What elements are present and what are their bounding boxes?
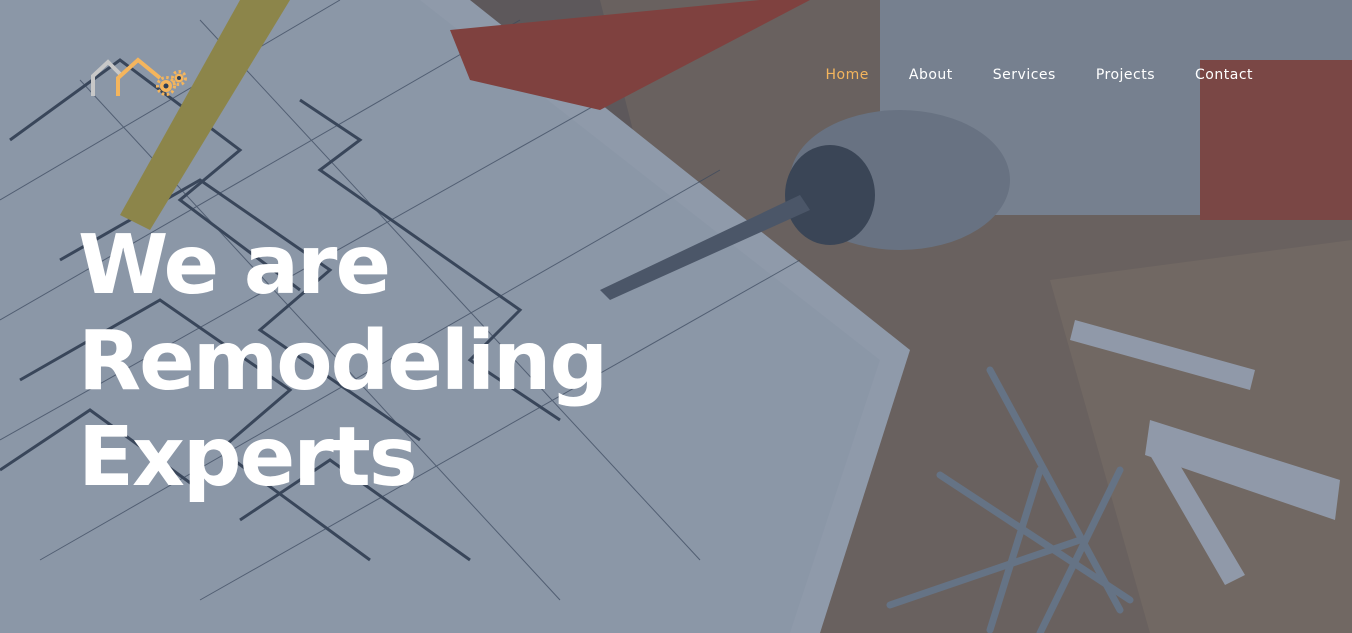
house-gears-logo-icon[interactable] [90,56,190,100]
hero-headline: We are Remodeling Experts [78,218,608,506]
hero-headline-line-2: Remodeling [78,314,608,409]
main-navigation: Home About Services Projects Contact [806,64,1253,86]
hero-headline-line-3: Experts [78,410,418,505]
nav-services-link[interactable]: Services [973,64,1076,86]
nav-about-link[interactable]: About [889,64,973,86]
nav-projects-link[interactable]: Projects [1076,64,1175,86]
nav-home-link[interactable]: Home [806,64,889,86]
hero-headline-line-1: We are [78,218,391,313]
nav-contact-link[interactable]: Contact [1175,64,1253,86]
hero-section: Home About Services Projects Contact We … [0,0,1352,633]
